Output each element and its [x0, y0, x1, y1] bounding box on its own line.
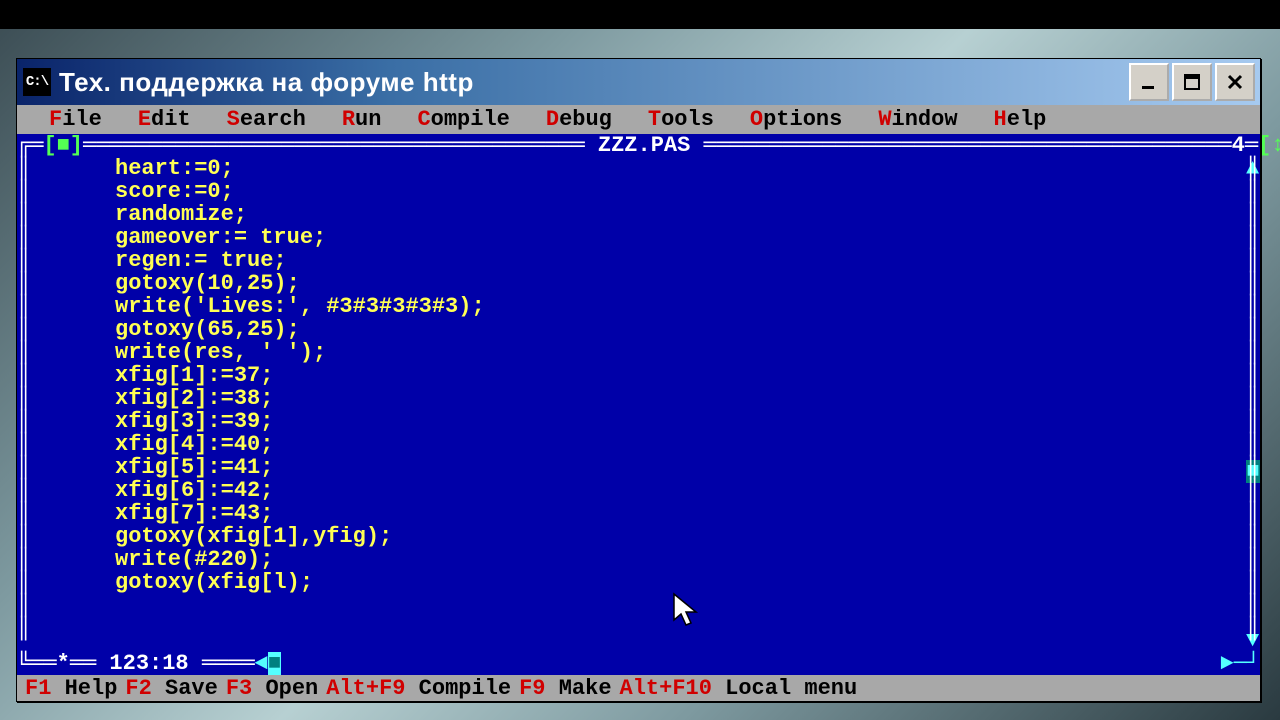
menu-search[interactable]: Search — [209, 108, 324, 131]
frame-right: ║║║║║║║║║║║║║║║║║║║║║ — [1246, 157, 1260, 652]
code-line[interactable]: xfig[4]:=40; — [31, 433, 1246, 456]
editor-window: ╔═[■]═══════════════════════════════════… — [17, 134, 1260, 675]
cmd-icon: C:\ — [23, 68, 51, 96]
menu-compile[interactable]: Compile — [399, 108, 527, 131]
menu-edit[interactable]: Edit — [120, 108, 209, 131]
hscroll-thumb[interactable]: ■ — [268, 652, 281, 675]
window-title: Тех. поддержка на форуме http — [59, 67, 1129, 98]
window-buttons — [1129, 63, 1255, 101]
code-line[interactable]: gameover:= true; — [31, 226, 1246, 249]
hint-save[interactable]: F2 Save — [121, 677, 221, 700]
menu-bar: File Edit Search Run Compile Debug Tools… — [17, 105, 1260, 134]
status-bar: F1 Help F2 Save F3 Open Alt+F9 Compile F… — [17, 675, 1260, 701]
code-line[interactable]: xfig[1]:=37; — [31, 364, 1246, 387]
scroll-left-icon[interactable]: ◄ — [255, 652, 268, 675]
hint-make[interactable]: F9 Make — [515, 677, 615, 700]
frame-left: ║║║║║║║║║║║║║║║║║║║║║ — [17, 157, 31, 652]
client-area: File Edit Search Run Compile Debug Tools… — [17, 105, 1260, 701]
code-line[interactable]: heart:=0; — [31, 157, 1246, 180]
code-line[interactable]: regen:= true; — [31, 249, 1246, 272]
minimize-button[interactable] — [1129, 63, 1169, 101]
close-box-icon[interactable]: [■] — [43, 134, 83, 157]
hint-open[interactable]: F3 Open — [222, 677, 322, 700]
zoom-box-icon[interactable]: [↕] — [1258, 134, 1280, 157]
code-line[interactable]: write(#220); — [31, 548, 1246, 571]
menu-help[interactable]: Help — [976, 108, 1065, 131]
menu-debug[interactable]: Debug — [528, 108, 630, 131]
code-area[interactable]: heart:=0; score:=0; randomize; gameover:… — [31, 157, 1246, 652]
maximize-button[interactable] — [1172, 63, 1212, 101]
code-line[interactable]: write('Lives:', #3#3#3#3#3); — [31, 295, 1246, 318]
code-line[interactable]: gotoxy(65,25); — [31, 318, 1246, 341]
menu-tools[interactable]: Tools — [630, 108, 732, 131]
menu-window[interactable]: Window — [860, 108, 975, 131]
code-line[interactable]: randomize; — [31, 203, 1246, 226]
window-titlebar[interactable]: C:\ Тех. поддержка на форуме http — [17, 59, 1260, 105]
hint-compile[interactable]: Alt+F9 Compile — [322, 677, 515, 700]
menu-file[interactable]: File — [31, 108, 120, 131]
menu-options[interactable]: Options — [732, 108, 860, 131]
application-window: C:\ Тех. поддержка на форуме http File — [16, 58, 1261, 702]
top-letterbox — [0, 0, 1280, 29]
code-line[interactable]: gotoxy(xfig[l); — [31, 571, 1246, 594]
scroll-right-icon[interactable]: ► — [1220, 652, 1233, 675]
menu-run[interactable]: Run — [324, 108, 400, 131]
code-line[interactable]: write(res, ' '); — [31, 341, 1246, 364]
code-line[interactable]: gotoxy(10,25); — [31, 272, 1246, 295]
tui-screen: File Edit Search Run Compile Debug Tools… — [17, 105, 1260, 701]
modified-icon: * — [57, 652, 70, 675]
hint-help[interactable]: F1 Help — [21, 677, 121, 700]
code-line[interactable]: score:=0; — [31, 180, 1246, 203]
close-button[interactable] — [1215, 63, 1255, 101]
code-line[interactable]: xfig[6]:=42; — [31, 479, 1246, 502]
frame-bottom: ╚══*══ 123:18 ════◄■════════════════════… — [17, 652, 1260, 675]
desktop-background: C:\ Тех. поддержка на форуме http File — [0, 0, 1280, 720]
hscroll-track[interactable]: ════════════════════════════════════════… — [281, 652, 1220, 675]
code-line[interactable]: gotoxy(xfig[1],yfig); — [31, 525, 1246, 548]
window-number: 4 — [1232, 134, 1245, 157]
hint-local-menu[interactable]: Alt+F10 Local menu — [616, 677, 862, 700]
code-line[interactable]: xfig[5]:=41; — [31, 456, 1246, 479]
resize-corner-icon[interactable]: ─┘ — [1234, 652, 1260, 675]
frame-top: ╔═[■]═══════════════════════════════════… — [17, 134, 1260, 157]
code-line[interactable]: xfig[2]:=38; — [31, 387, 1246, 410]
editor-filename: ZZZ.PAS — [598, 134, 690, 157]
code-line[interactable]: xfig[7]:=43; — [31, 502, 1246, 525]
cursor-position: 123:18 — [109, 652, 188, 675]
code-line[interactable]: xfig[3]:=39; — [31, 410, 1246, 433]
